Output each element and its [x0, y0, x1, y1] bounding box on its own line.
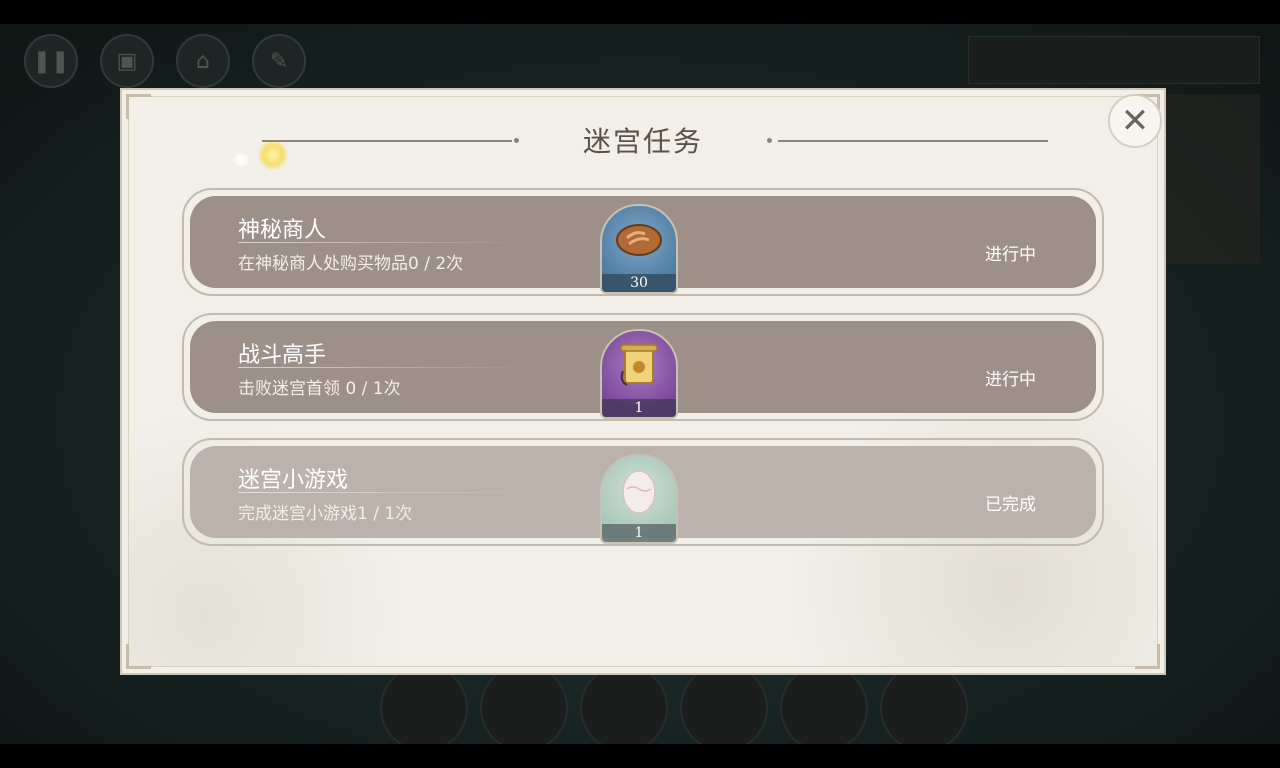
task-status: 已完成: [985, 495, 1036, 515]
task-name: 迷宫小游戏: [238, 468, 349, 493]
task-name: 战斗高手: [238, 343, 327, 368]
task-description: 完成迷宫小游戏1 / 1次: [238, 504, 413, 524]
close-button[interactable]: ✕: [1108, 94, 1162, 148]
task-divider: [238, 242, 528, 243]
title-divider-right: [778, 140, 1048, 142]
task-row[interactable]: 神秘商人 在神秘商人处购买物品0 / 2次 30 进行中: [182, 188, 1104, 296]
corner-ornament: [126, 644, 151, 669]
corner-ornament: [1135, 644, 1160, 669]
letterbox-bottom: [0, 744, 1280, 768]
task-row-body: 神秘商人 在神秘商人处购买物品0 / 2次 30 进行中: [190, 196, 1096, 294]
task-divider: [238, 492, 528, 493]
task-name: 神秘商人: [238, 218, 327, 243]
task-divider: [238, 367, 528, 368]
reward-quantity: 1: [602, 399, 676, 417]
reward-slot[interactable]: 30: [600, 204, 678, 294]
task-row-body: 迷宫小游戏 完成迷宫小游戏1 / 1次 1 已完成: [190, 446, 1096, 544]
task-row[interactable]: 迷宫小游戏 完成迷宫小游戏1 / 1次 1 已完成: [182, 438, 1104, 546]
reward-quantity: 1: [602, 524, 676, 542]
close-icon: ✕: [1120, 101, 1150, 141]
reward-slot[interactable]: 1: [600, 329, 678, 419]
title-divider-dot: [767, 138, 772, 143]
egg-icon: [622, 470, 656, 515]
task-description: 在神秘商人处购买物品0 / 2次: [238, 254, 464, 274]
scroll-icon: [620, 344, 658, 387]
letterbox-top: [0, 0, 1280, 24]
task-description: 击败迷宫首领 0 / 1次: [238, 379, 401, 399]
task-status: 进行中: [985, 370, 1036, 390]
corner-ornament: [126, 94, 151, 119]
reward-quantity: 30: [602, 274, 676, 292]
maze-task-dialog: 迷宫任务 ✕ 神秘商人 在神秘商人处购买物品0 / 2次 30 进行中 战斗高手…: [120, 88, 1166, 675]
task-status: 进行中: [985, 245, 1036, 265]
task-row[interactable]: 战斗高手 击败迷宫首领 0 / 1次 1 进行中: [182, 313, 1104, 421]
task-row-body: 战斗高手 击败迷宫首领 0 / 1次 1 进行中: [190, 321, 1096, 419]
reward-slot[interactable]: 1: [600, 454, 678, 544]
bread-icon: [616, 224, 662, 257]
